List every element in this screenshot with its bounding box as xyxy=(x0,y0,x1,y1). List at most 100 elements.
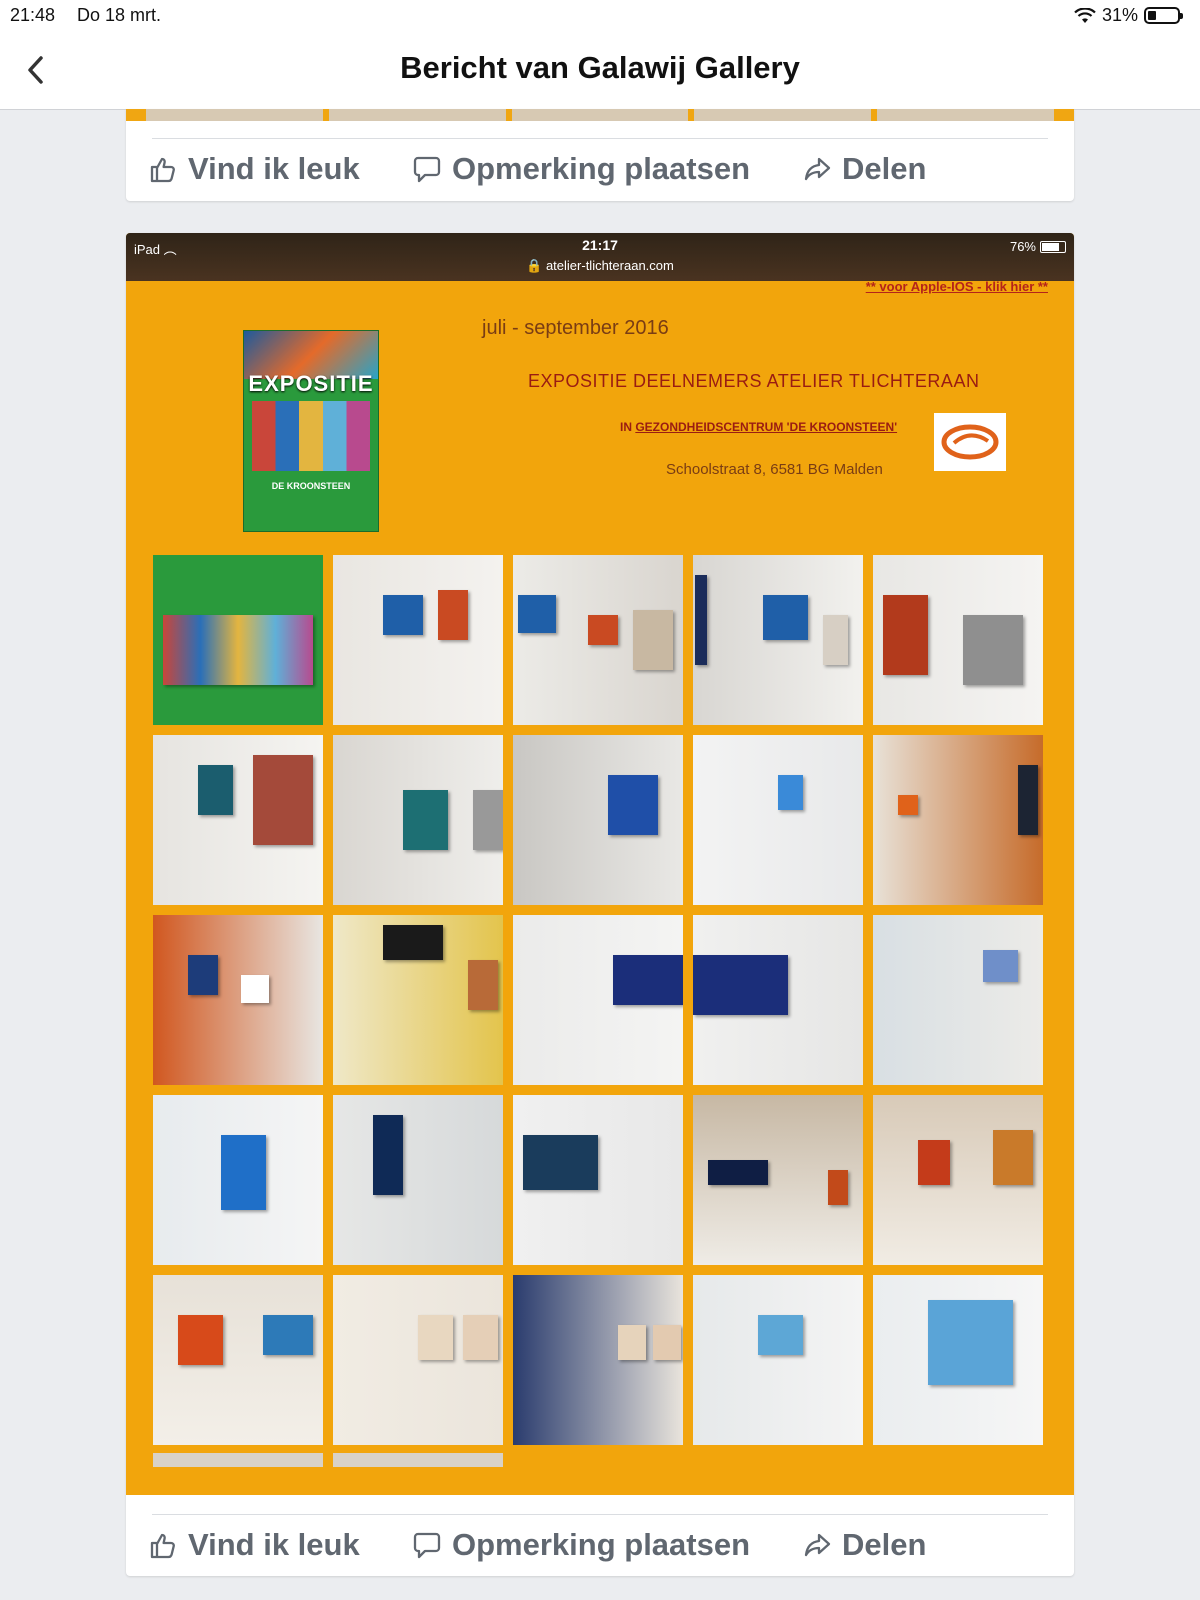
comment-button[interactable]: Opmerking plaatsen xyxy=(412,1527,750,1563)
gallery-photo-blossom-2 xyxy=(873,1275,1043,1445)
venue: IN GEZONDHEIDSCENTRUM 'DE KROONSTEEN' xyxy=(620,420,898,434)
painting xyxy=(928,1300,1013,1385)
photo-gallery xyxy=(153,555,1045,1445)
painting xyxy=(418,1315,453,1360)
gallery-photo-yellow-room xyxy=(333,915,503,1085)
gallery-photo-two-paintings xyxy=(153,1275,323,1445)
status-right: 31% xyxy=(1074,5,1183,26)
wifi-icon xyxy=(1074,7,1096,23)
page-title: Bericht van Galawij Gallery xyxy=(400,50,800,85)
action-divider xyxy=(152,1514,1048,1515)
gallery-photo-waiting-room xyxy=(873,1095,1043,1265)
painting xyxy=(778,775,803,810)
painting xyxy=(473,790,503,850)
painting xyxy=(653,1325,681,1360)
comment-icon xyxy=(413,1532,441,1559)
painting xyxy=(983,950,1018,982)
previous-post-image-strip xyxy=(126,109,1074,121)
painting xyxy=(468,960,498,1010)
thumbs-up-icon xyxy=(150,157,175,183)
share-button[interactable]: Delen xyxy=(802,1527,926,1563)
painting xyxy=(588,615,618,645)
painting xyxy=(828,1170,848,1205)
painting xyxy=(993,1130,1033,1185)
status-date: Do 18 mrt. xyxy=(77,5,162,25)
battery-percent: 31% xyxy=(1101,5,1138,25)
poster-footer: DE KROONSTEEN xyxy=(271,481,351,491)
embedded-time: 21:17 xyxy=(582,237,618,253)
gallery-photo-green-stripe xyxy=(153,1095,323,1265)
painting xyxy=(963,615,1023,685)
painting xyxy=(693,955,788,1015)
painting xyxy=(221,1135,266,1210)
painting xyxy=(823,615,848,665)
gallery-photo-wall-diamond xyxy=(333,555,503,725)
gallery-photo-stairwell-fold xyxy=(513,915,683,1085)
gallery-photo-zebra-hall xyxy=(153,735,323,905)
gallery-photo-stairs-white xyxy=(693,735,863,905)
gallery-photo-blossom-1 xyxy=(693,1275,863,1445)
painting xyxy=(758,1315,803,1355)
painting xyxy=(708,1160,768,1185)
painting xyxy=(463,1315,498,1360)
share-icon xyxy=(804,1533,831,1557)
like-button[interactable]: Vind ik leuk xyxy=(148,1527,360,1563)
gallery-photo-door-room xyxy=(873,915,1043,1085)
painting xyxy=(263,1315,313,1355)
painting xyxy=(763,595,808,640)
gallery-photo-zebra xyxy=(873,555,1043,725)
like-button[interactable]: Vind ik leuk xyxy=(148,151,360,187)
post-actions: Vind ik leuk Opmerking plaatsen Delen xyxy=(126,141,1074,201)
share-icon xyxy=(804,157,831,181)
embedded-ipad-status-bar: iPad ︵ 21:17 🔒 atelier-tlichteraan.com 7… xyxy=(126,233,1074,281)
gallery-photo-orange-wall xyxy=(153,915,323,1085)
post-card: iPad ︵ 21:17 🔒 atelier-tlichteraan.com 7… xyxy=(126,233,1074,1576)
comment-label: Opmerking plaatsen xyxy=(452,151,751,186)
gallery-next-row xyxy=(153,1453,503,1467)
date-range: juli - september 2016 xyxy=(482,317,669,339)
gallery-photo-coatrack xyxy=(333,1275,503,1445)
painting xyxy=(241,975,269,1003)
exhibition-poster: EXPOSITIE DE KROONSTEEN xyxy=(243,330,379,532)
painting xyxy=(608,775,658,835)
battery-icon xyxy=(1144,7,1183,24)
address: Schoolstraat 8, 6581 BG Malden xyxy=(666,461,883,478)
nav-bar: Bericht van Galawij Gallery xyxy=(0,32,1200,110)
painting xyxy=(373,1115,403,1195)
status-time: 21:48 xyxy=(10,5,56,25)
post-actions: Vind ik leuk Opmerking plaatsen Delen xyxy=(126,1517,1074,1576)
painting xyxy=(188,955,218,995)
painting xyxy=(253,755,313,845)
comment-button[interactable]: Opmerking plaatsen xyxy=(412,151,750,187)
embedded-battery: 76% xyxy=(1010,239,1066,254)
painting xyxy=(163,615,313,685)
painting xyxy=(403,790,448,850)
share-button[interactable]: Delen xyxy=(802,151,926,187)
comment-icon xyxy=(413,156,441,183)
painting xyxy=(198,765,233,815)
painting xyxy=(613,955,683,1005)
painting xyxy=(178,1315,223,1365)
painting xyxy=(633,610,673,670)
painting xyxy=(918,1140,950,1185)
gallery-photo-wall-diamond-2 xyxy=(513,555,683,725)
action-divider xyxy=(152,138,1048,139)
status-bar: 21:48 Do 18 mrt. 31% xyxy=(0,0,1200,32)
poster-title: EXPOSITIE xyxy=(248,371,374,396)
thumbs-up-icon xyxy=(150,1533,175,1559)
gallery-photo-reception xyxy=(873,735,1043,905)
painting xyxy=(898,795,918,815)
embedded-url: 🔒 atelier-tlichteraan.com xyxy=(526,258,674,273)
gallery-photo-ceiling-lights xyxy=(693,1095,863,1265)
painting xyxy=(523,1135,598,1190)
share-label: Delen xyxy=(842,151,927,186)
painting xyxy=(1018,765,1038,835)
gallery-photo-fold-close xyxy=(693,915,863,1085)
painting xyxy=(618,1325,646,1360)
painting xyxy=(383,595,423,635)
like-label: Vind ik leuk xyxy=(188,1527,360,1562)
gallery-photo-stair-zebra xyxy=(333,735,503,905)
post-image[interactable]: iPad ︵ 21:17 🔒 atelier-tlichteraan.com 7… xyxy=(126,233,1074,1495)
apple-ios-link: ** voor Apple-IOS - klik hier ** xyxy=(865,279,1048,294)
post-card-previous: Vind ik leuk Opmerking plaatsen Delen xyxy=(126,109,1074,201)
